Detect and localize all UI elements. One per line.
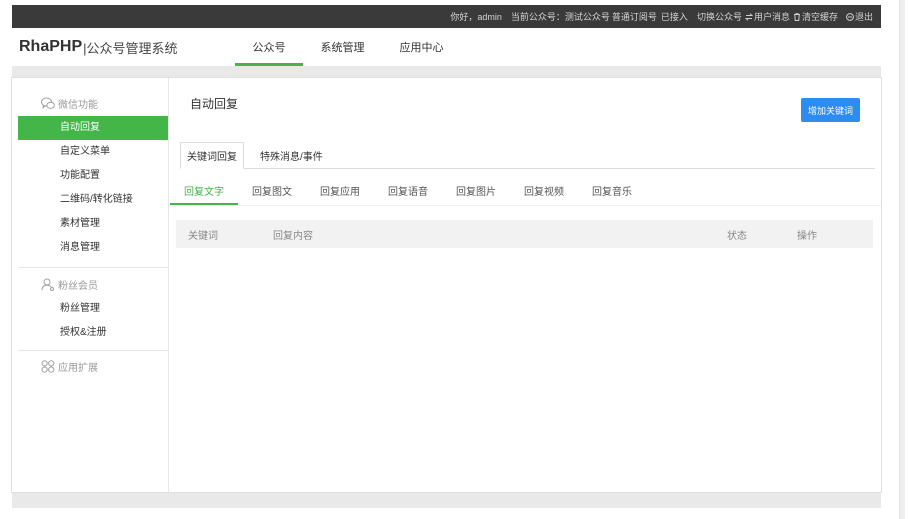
- column-header-status: 状态: [715, 220, 785, 248]
- top-bar: 你好，admin 当前公众号：测试公众号 普通订阅号 已接入 切换公众号 用户消…: [12, 5, 881, 28]
- main-nav: 公众号 系统管理 应用中心: [235, 28, 461, 66]
- account-status-text: 已接入: [660, 12, 688, 22]
- subtab-reply-news[interactable]: 回复图文: [238, 178, 306, 205]
- nav-item-system-management[interactable]: 系统管理: [303, 28, 382, 66]
- sidebar-item-auth-register[interactable]: 授权&注册: [18, 321, 168, 345]
- clear-cache-label: 清空缓存: [801, 12, 838, 22]
- logout-link[interactable]: 退出: [846, 10, 873, 23]
- subtab-reply-video[interactable]: 回复视频: [510, 178, 578, 205]
- switch-account-link[interactable]: 切换公众号: [697, 10, 742, 23]
- sidebar-divider: [18, 267, 168, 268]
- subtab-reply-music[interactable]: 回复音乐: [578, 178, 646, 205]
- sidebar-section-title: 微信功能: [58, 99, 98, 111]
- reply-type-divider: [169, 205, 881, 206]
- sidebar-section-apps[interactable]: 应用扩展: [41, 355, 98, 377]
- subtab-reply-text[interactable]: 回复文字: [170, 178, 238, 205]
- table-header-row: 关键词 回复内容 状态 操作: [176, 220, 873, 248]
- account-type-text: 普通订阅号: [611, 12, 657, 22]
- sidebar-list-fans: 粉丝管理 授权&注册: [18, 297, 168, 345]
- current-account-text: 当前公众号：测试公众号: [510, 12, 610, 22]
- subtab-reply-voice[interactable]: 回复语音: [374, 178, 442, 205]
- top-header: RhaPHP |公众号管理系统 公众号 系统管理 应用中心: [12, 28, 881, 66]
- add-keyword-button[interactable]: 增加关键词: [801, 98, 860, 122]
- sidebar-item-messages[interactable]: 消息管理: [18, 236, 168, 260]
- sidebar-item-fans-management[interactable]: 粉丝管理: [18, 297, 168, 321]
- reply-tabs: 关键词回复 特殊消息/事件: [180, 142, 339, 169]
- sidebar-list-wechat: 自动回复 自定义菜单 功能配置 二维码/转化链接 素材管理 消息管理: [18, 116, 168, 260]
- logout-icon: [846, 12, 854, 21]
- transfer-icon: [744, 12, 753, 21]
- sidebar-item-auto-reply[interactable]: 自动回复: [18, 116, 168, 140]
- sidebar-section-wechat: 微信功能: [41, 92, 98, 114]
- user-messages-link[interactable]: 用户消息: [744, 10, 790, 23]
- nav-item-official-account[interactable]: 公众号: [235, 28, 303, 66]
- tab-keyword-reply[interactable]: 关键词回复: [180, 142, 244, 169]
- greeting-text: 你好，admin: [450, 12, 502, 22]
- trash-icon: [793, 12, 800, 21]
- wechat-icon: [41, 97, 55, 109]
- keyword-table: 关键词 回复内容 状态 操作: [176, 220, 873, 248]
- subtab-reply-app[interactable]: 回复应用: [306, 178, 374, 205]
- logo[interactable]: RhaPHP |公众号管理系统: [19, 28, 178, 66]
- page-title: 自动回复: [190, 97, 239, 111]
- column-header-reply-content: 回复内容: [261, 220, 715, 248]
- user-messages-label: 用户消息: [753, 12, 790, 22]
- logo-text: RhaPHP: [19, 38, 83, 55]
- sidebar-item-custom-menu[interactable]: 自定义菜单: [18, 140, 168, 164]
- nav-item-app-center[interactable]: 应用中心: [382, 28, 461, 66]
- sidebar-item-qrcode-links[interactable]: 二维码/转化链接: [18, 188, 168, 212]
- sidebar-item-materials[interactable]: 素材管理: [18, 212, 168, 236]
- sidebar-divider: [18, 350, 168, 351]
- sidebar-item-feature-config[interactable]: 功能配置: [18, 164, 168, 188]
- page-scrollbar[interactable]: [899, 0, 905, 519]
- sidebar: 微信功能 自动回复 自定义菜单 功能配置 二维码/转化链接 素材管理 消息管理 …: [12, 78, 169, 492]
- user-icon: [41, 278, 54, 291]
- column-header-keyword: 关键词: [176, 220, 261, 248]
- sidebar-section-title: 应用扩展: [58, 362, 98, 374]
- main-panel: 微信功能 自动回复 自定义菜单 功能配置 二维码/转化链接 素材管理 消息管理 …: [12, 78, 881, 492]
- column-header-actions: 操作: [785, 220, 873, 248]
- sidebar-section-fans: 粉丝会员: [41, 273, 98, 295]
- reply-type-tabs: 回复文字 回复图文 回复应用 回复语音 回复图片 回复视频 回复音乐: [170, 178, 646, 205]
- clear-cache-link[interactable]: 清空缓存: [793, 10, 838, 23]
- logo-subtitle: |公众号管理系统: [83, 40, 178, 56]
- apps-icon: [41, 359, 55, 373]
- subtab-reply-image[interactable]: 回复图片: [442, 178, 510, 205]
- tab-special-message-event[interactable]: 特殊消息/事件: [244, 142, 339, 169]
- logout-label: 退出: [854, 12, 873, 22]
- sidebar-section-title: 粉丝会员: [58, 280, 98, 292]
